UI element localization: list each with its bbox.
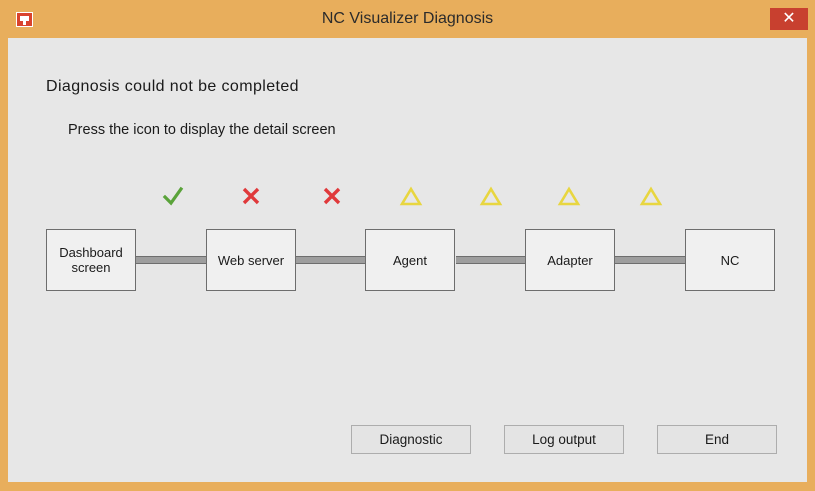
cross-icon[interactable] (319, 183, 345, 209)
diagnosis-window: NC Visualizer Diagnosis ✕ Diagnosis coul… (0, 0, 815, 491)
connector-line (136, 256, 207, 264)
log-output-button[interactable]: Log output (504, 425, 624, 454)
window-title: NC Visualizer Diagnosis (321, 10, 494, 27)
connector-line (296, 256, 366, 264)
node-agent: Agent (365, 229, 455, 291)
node-nc: NC (685, 229, 775, 291)
connector-line (456, 256, 526, 264)
node-adapter: Adapter (525, 229, 615, 291)
diagnostic-button[interactable]: Diagnostic (351, 425, 471, 454)
status-headline: Diagnosis could not be completed (46, 78, 299, 95)
instruction-text: Press the icon to display the detail scr… (68, 122, 336, 138)
title-bar[interactable]: NC Visualizer Diagnosis ✕ (0, 0, 815, 38)
node-dashboard-screen: Dashboard screen (46, 229, 136, 291)
connector-line (615, 256, 686, 264)
dialog-body: Diagnosis could not be completed Press t… (8, 38, 807, 482)
check-icon[interactable] (160, 183, 186, 209)
cross-icon[interactable] (238, 183, 264, 209)
warning-triangle-icon[interactable] (398, 183, 424, 209)
warning-triangle-icon[interactable] (638, 183, 664, 209)
node-web-server: Web server (206, 229, 296, 291)
warning-triangle-icon[interactable] (478, 183, 504, 209)
warning-triangle-icon[interactable] (556, 183, 582, 209)
close-button[interactable]: ✕ (770, 8, 808, 30)
end-button[interactable]: End (657, 425, 777, 454)
